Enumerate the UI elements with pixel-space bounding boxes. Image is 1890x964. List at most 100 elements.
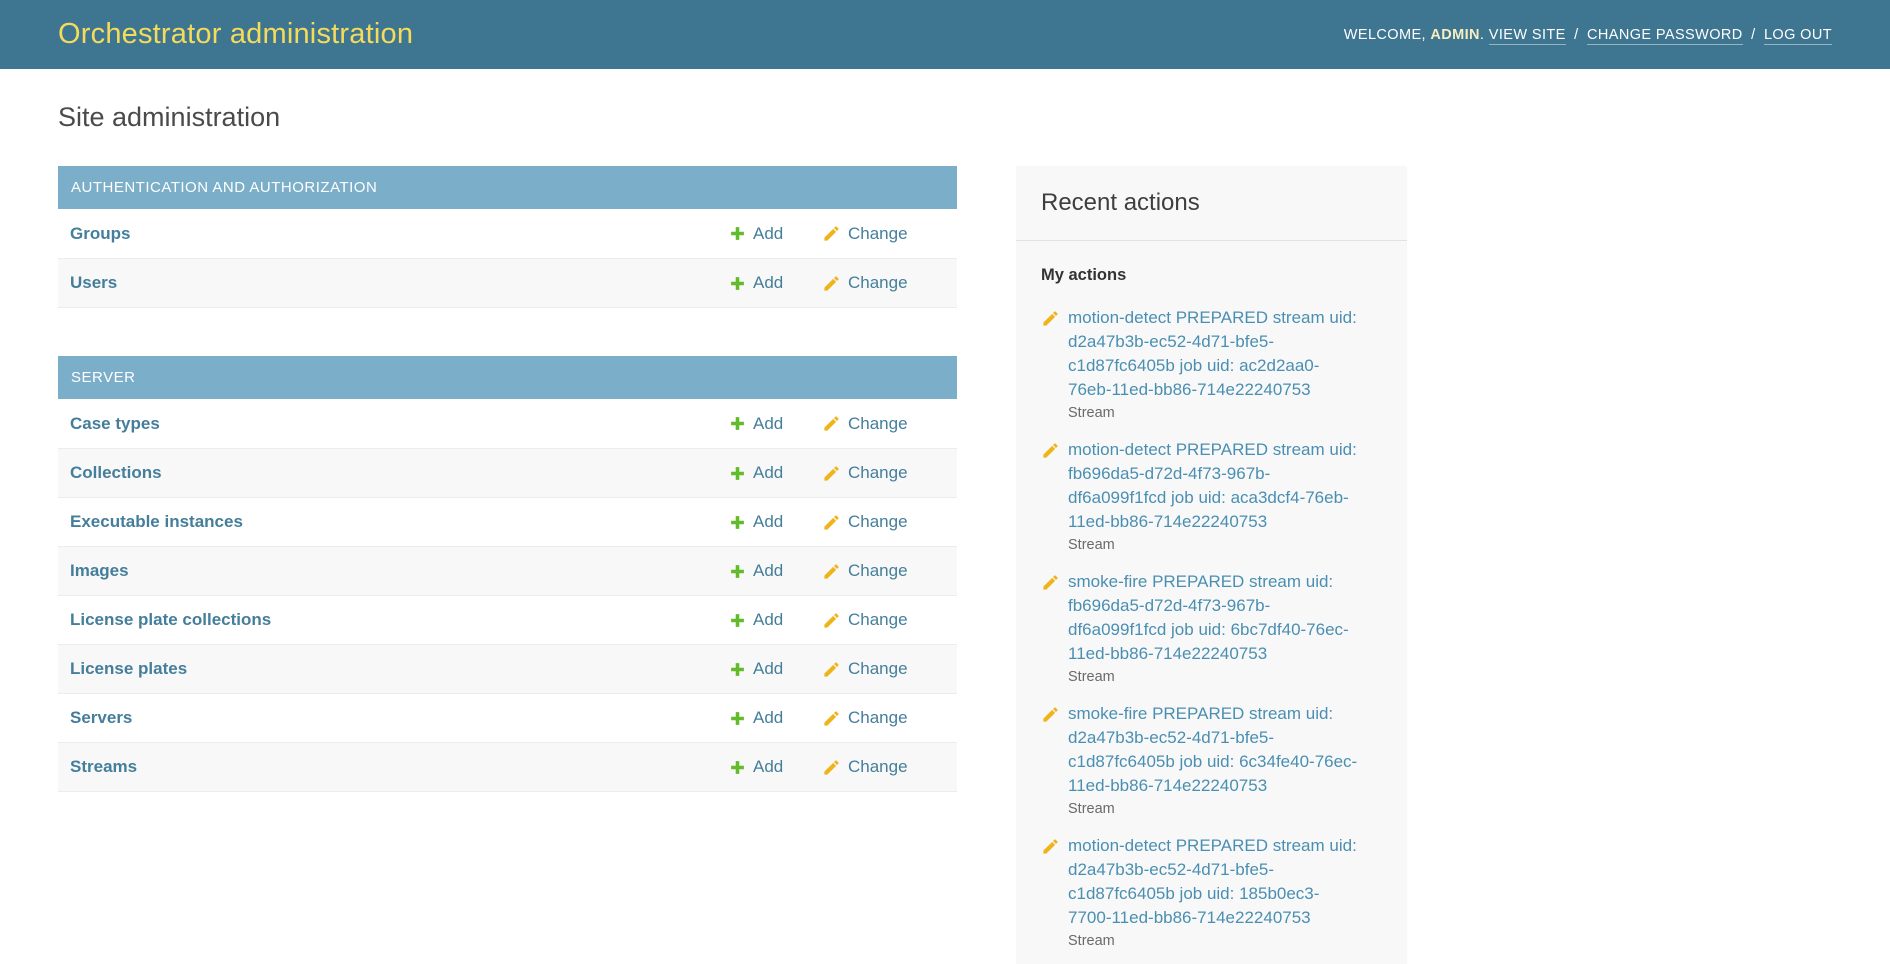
plus-icon [729,225,746,242]
change-link[interactable]: Change [822,708,934,728]
add-link[interactable]: Add [729,659,822,679]
model-row: License plate collections Add Change [58,595,957,644]
recent-action-type: Stream [1068,801,1383,817]
recent-action-type: Stream [1068,933,1383,949]
add-link[interactable]: Add [729,708,822,728]
action-list: motion-detect PREPARED stream uid: d2a47… [1041,306,1383,949]
recent-action-link[interactable]: motion-detect PREPARED stream uid: fb696… [1068,438,1362,534]
module-list: AUTHENTICATION AND AUTHORIZATION Groups … [58,166,957,792]
main-content: Site administration AUTHENTICATION AND A… [0,102,1890,792]
change-link[interactable]: Change [822,561,934,581]
plus-icon [729,275,746,292]
page-title: Site administration [58,102,1832,133]
change-link[interactable]: Change [822,273,934,293]
username: ADMIN [1430,27,1480,43]
model-row: Images Add Change [58,546,957,595]
model-link[interactable]: License plate collections [70,610,729,630]
change-link[interactable]: Change [822,512,934,532]
change-password-link[interactable]: CHANGE PASSWORD [1587,27,1743,45]
separator: / [1574,27,1578,43]
welcome-period: . [1480,27,1484,43]
model-row: Executable instances Add Change [58,497,957,546]
add-link[interactable]: Add [729,463,822,483]
app-module: SERVER Case types Add Change Collections… [58,356,957,792]
add-link[interactable]: Add [729,224,822,244]
recent-action-link[interactable]: motion-detect PREPARED stream uid: d2a47… [1068,306,1362,402]
plus-icon [729,710,746,727]
separator: / [1751,27,1755,43]
plus-icon [729,563,746,580]
module-caption[interactable]: SERVER [58,356,957,399]
recent-action-item: smoke-fire PREPARED stream uid: fb696da5… [1041,570,1383,685]
add-link[interactable]: Add [729,512,822,532]
pencil-icon [822,274,841,293]
welcome-text: WELCOME, [1344,27,1426,43]
change-link[interactable]: Change [822,463,934,483]
recent-action-item: motion-detect PREPARED stream uid: d2a47… [1041,306,1383,421]
app-module: AUTHENTICATION AND AUTHORIZATION Groups … [58,166,957,308]
recent-actions-title: Recent actions [1041,189,1383,217]
add-link[interactable]: Add [729,273,822,293]
add-link[interactable]: Add [729,561,822,581]
change-link[interactable]: Change [822,610,934,630]
pencil-icon [822,562,841,581]
pencil-icon [822,611,841,630]
log-out-link[interactable]: LOG OUT [1764,27,1832,45]
pencil-icon [822,758,841,777]
plus-icon [729,759,746,776]
pencil-icon [822,464,841,483]
model-link[interactable]: Servers [70,708,729,728]
change-link[interactable]: Change [822,659,934,679]
model-row: Streams Add Change [58,742,957,791]
model-row: License plates Add Change [58,644,957,693]
view-site-link[interactable]: VIEW SITE [1489,27,1566,45]
recent-action-item: motion-detect PREPARED stream uid: d2a47… [1041,834,1383,949]
model-link[interactable]: Case types [70,414,729,434]
model-row: Groups Add Change [58,209,957,258]
user-tools: WELCOME, ADMIN. VIEW SITE / CHANGE PASSW… [1344,27,1832,43]
recent-action-type: Stream [1068,405,1383,421]
recent-action-link[interactable]: smoke-fire PREPARED stream uid: fb696da5… [1068,570,1362,666]
add-link[interactable]: Add [729,757,822,777]
recent-actions-panel: Recent actions My actions motion-detect … [1016,166,1407,964]
my-actions-heading: My actions [1041,266,1383,285]
model-link[interactable]: Executable instances [70,512,729,532]
pencil-icon [1041,837,1060,856]
pencil-icon [822,513,841,532]
add-link[interactable]: Add [729,414,822,434]
recent-action-link[interactable]: smoke-fire PREPARED stream uid: d2a47b3b… [1068,702,1362,798]
plus-icon [729,661,746,678]
model-row: Case types Add Change [58,399,957,448]
model-link[interactable]: Collections [70,463,729,483]
add-link[interactable]: Add [729,610,822,630]
pencil-icon [1041,309,1060,328]
model-link[interactable]: Groups [70,224,729,244]
pencil-icon [1041,705,1060,724]
recent-action-type: Stream [1068,537,1383,553]
pencil-icon [822,709,841,728]
pencil-icon [822,414,841,433]
pencil-icon [822,660,841,679]
module-caption[interactable]: AUTHENTICATION AND AUTHORIZATION [58,166,957,209]
change-link[interactable]: Change [822,757,934,777]
pencil-icon [1041,573,1060,592]
model-row: Users Add Change [58,258,957,307]
recent-action-link[interactable]: motion-detect PREPARED stream uid: d2a47… [1068,834,1362,930]
plus-icon [729,612,746,629]
recent-action-type: Stream [1068,669,1383,685]
recent-action-item: motion-detect PREPARED stream uid: fb696… [1041,438,1383,553]
model-link[interactable]: License plates [70,659,729,679]
model-link[interactable]: Streams [70,757,729,777]
model-row: Collections Add Change [58,448,957,497]
model-link[interactable]: Users [70,273,729,293]
change-link[interactable]: Change [822,414,934,434]
pencil-icon [822,224,841,243]
plus-icon [729,465,746,482]
recent-actions-body: My actions motion-detect PREPARED stream… [1016,241,1407,964]
change-link[interactable]: Change [822,224,934,244]
plus-icon [729,514,746,531]
model-link[interactable]: Images [70,561,729,581]
pencil-icon [1041,441,1060,460]
site-branding-title[interactable]: Orchestrator administration [58,18,413,51]
plus-icon [729,415,746,432]
